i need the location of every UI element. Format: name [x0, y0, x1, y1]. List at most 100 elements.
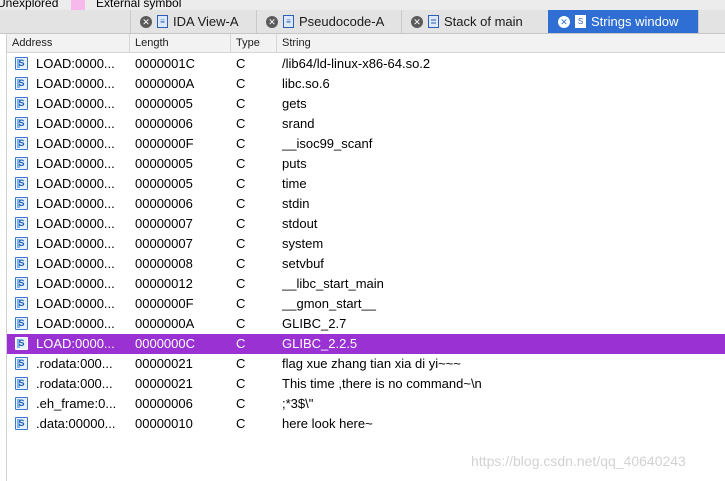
tab-ida-view-a[interactable]: ✕ ≡ IDA View-A	[130, 10, 256, 33]
cell-address: .rodata:000...	[36, 356, 113, 371]
cell-length: 00000006	[135, 116, 193, 131]
table-row[interactable]: S .data:00000... 00000010 Chere look here~	[7, 414, 725, 434]
table-row[interactable]: S .rodata:000... 00000021 C This time ,there…	[7, 374, 725, 394]
table-row[interactable]: S LOAD:0000... 00000005 Cputs	[7, 154, 725, 174]
cell-address: LOAD:0000...	[36, 96, 115, 111]
cell-string: stdin	[282, 196, 310, 211]
cell-type: C	[236, 336, 246, 351]
string-icon: S	[15, 217, 28, 230]
cell-address: LOAD:0000...	[36, 296, 115, 311]
cell-address: LOAD:0000...	[36, 196, 115, 211]
table-row[interactable]: S LOAD:0000... 00000007 Csystem	[7, 234, 725, 254]
string-icon: S	[15, 237, 28, 250]
cell-string: GLIBC_2.7	[282, 316, 347, 331]
table-row[interactable]: S LOAD:0000... 00000006 Cstdin	[7, 194, 725, 214]
string-icon: S	[15, 57, 28, 70]
cell-address: LOAD:0000...	[36, 316, 115, 331]
cell-string: GLIBC_2.2.5	[282, 336, 358, 351]
tab-bar: ✕ ≡ IDA View-A ✕ ≡ Pseudocode-A ✕ ≣ Stac…	[0, 10, 725, 34]
tab-stack-of-main[interactable]: ✕ ≣ Stack of main	[401, 10, 548, 33]
cell-address: .eh_frame:0...	[36, 396, 117, 411]
tab-overflow[interactable]	[698, 10, 725, 33]
table-row[interactable]: S LOAD:0000... 00000008 Csetvbuf	[7, 254, 725, 274]
cell-length: 0000000F	[135, 136, 194, 151]
tab-label: Pseudocode-A	[299, 14, 385, 29]
string-icon: S	[15, 377, 28, 390]
table-row[interactable]: S LOAD:0000... 00000006 Csrand	[7, 114, 725, 134]
close-icon[interactable]: ✕	[140, 15, 152, 28]
cell-string: __isoc99_scanf	[282, 136, 373, 151]
cell-address: .rodata:000...	[36, 376, 113, 391]
string-icon: S	[15, 97, 28, 110]
table-row[interactable]: S LOAD:0000... 00000005 Cgets	[7, 94, 725, 114]
cell-length: 0000000C	[135, 336, 195, 351]
string-icon: S	[15, 337, 28, 350]
string-icon: S	[15, 257, 28, 270]
table-row[interactable]: S LOAD:0000... 00000005 Ctime	[7, 174, 725, 194]
table-row[interactable]: S LOAD:0000... 00000007 Cstdout	[7, 214, 725, 234]
cell-type: C	[236, 176, 246, 191]
table-row[interactable]: S LOAD:0000... 00000012 C __libc_start_main	[7, 274, 725, 294]
tab-pseudocode-a[interactable]: ✕ ≡ Pseudocode-A	[256, 10, 401, 33]
close-icon[interactable]: ✕	[558, 15, 570, 28]
string-icon: S	[15, 357, 28, 370]
close-icon[interactable]: ✕	[266, 15, 278, 28]
cell-type: C	[236, 76, 246, 91]
table-row[interactable]: S LOAD:0000... 0000000A Clibc.so.6	[7, 74, 725, 94]
cell-type: C	[236, 216, 246, 231]
column-header-row: Address Length Type String	[7, 34, 725, 53]
cell-string: system	[282, 236, 324, 251]
cell-length: 00000005	[135, 156, 193, 171]
table-row[interactable]: S LOAD:0000... 0000000A C GLIBC_2.7	[7, 314, 725, 334]
tab-strings-window[interactable]: ✕ S Strings window	[548, 10, 698, 33]
string-icon: S	[15, 137, 28, 150]
pseudocode-icon: ≡	[283, 15, 294, 28]
cell-string: ;*3$\"	[282, 396, 314, 411]
cell-address: LOAD:0000...	[36, 56, 115, 71]
cell-address: LOAD:0000...	[36, 276, 115, 291]
cell-address: LOAD:0000...	[36, 76, 115, 91]
cell-length: 00000007	[135, 236, 193, 251]
cell-length: 00000010	[135, 416, 193, 431]
column-header-type[interactable]: Type	[230, 34, 276, 52]
table-row[interactable]: S LOAD:0000... 0000000C C GLIBC_2.2.5	[7, 334, 725, 354]
cell-length: 0000000F	[135, 296, 194, 311]
cell-type: C	[236, 276, 246, 291]
cell-type: C	[236, 256, 246, 271]
disassembly-icon: ≡	[157, 15, 168, 28]
string-icon: S	[15, 277, 28, 290]
cell-length: 00000005	[135, 96, 193, 111]
table-row[interactable]: S LOAD:0000... 0000000F C __isoc99_scanf	[7, 134, 725, 154]
cell-type: C	[236, 416, 246, 431]
cell-address: LOAD:0000...	[36, 136, 115, 151]
cell-type: C	[236, 236, 246, 251]
cell-length: 00000006	[135, 196, 193, 211]
cell-address: .data:00000...	[36, 416, 116, 431]
string-icon: S	[15, 177, 28, 190]
table-row[interactable]: S .rodata:000... 00000021 Cflag xue zhang t…	[7, 354, 725, 374]
cell-address: LOAD:0000...	[36, 176, 115, 191]
column-header-address[interactable]: Address	[7, 34, 129, 52]
close-icon[interactable]: ✕	[411, 15, 423, 28]
table-row[interactable]: S LOAD:0000... 0000001C C/lib64/ld-linux-x8…	[7, 54, 725, 74]
cell-string: /lib64/ld-linux-x86-64.so.2	[282, 56, 431, 71]
string-icon: S	[15, 397, 28, 410]
cell-string: time	[282, 176, 307, 191]
column-header-string[interactable]: String	[276, 34, 725, 52]
cell-address: LOAD:0000...	[36, 256, 115, 271]
column-header-length[interactable]: Length	[129, 34, 230, 52]
table-row[interactable]: S LOAD:0000... 0000000F C __gmon_start__	[7, 294, 725, 314]
string-icon: S	[15, 317, 28, 330]
cell-length: 00000007	[135, 216, 193, 231]
cell-type: C	[236, 316, 246, 331]
string-icon: S	[15, 197, 28, 210]
string-icon: S	[15, 117, 28, 130]
cell-length: 0000001C	[135, 56, 195, 71]
cell-string: here look here~	[282, 416, 373, 431]
legend-external-symbol-label: External symbol	[96, 0, 182, 10]
watermark: https://blog.csdn.net/qq_40640243	[471, 453, 686, 469]
cell-type: C	[236, 116, 246, 131]
cell-type: C	[236, 56, 246, 71]
table-row[interactable]: S .eh_frame:0... 00000006 C ;*3$\"	[7, 394, 725, 414]
cell-string: gets	[282, 96, 307, 111]
